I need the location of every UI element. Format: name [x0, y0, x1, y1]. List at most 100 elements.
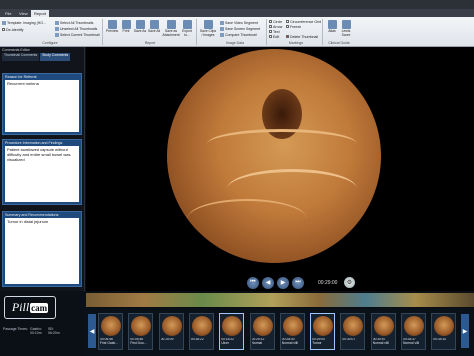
preview-button[interactable]: Preview: [105, 20, 119, 34]
save-all-icon: [149, 20, 159, 29]
thumbnail-item[interactable]: 00:30:57 Normal villi: [370, 313, 396, 350]
delete-label: Delete Thumbnail: [290, 34, 319, 39]
save-as-button[interactable]: Save As: [133, 20, 147, 34]
save-screen-segment-button[interactable]: Save Screen Segment: [220, 26, 260, 31]
play-button[interactable]: ▶: [277, 276, 289, 289]
ribbon-toolbar: Template: Imaging (HO... De-Identify Sel…: [0, 17, 474, 47]
image-data-group-label: Image Data: [225, 41, 245, 45]
thumbnail-image: [373, 316, 394, 336]
tab-report[interactable]: Report: [31, 10, 50, 17]
thumbnail-image: [282, 316, 303, 336]
save-video-segment-button[interactable]: Save Video Segment: [220, 20, 258, 25]
thumbnail-item[interactable]: 00:30:07: [340, 313, 366, 350]
save-all-button[interactable]: Save All: [147, 20, 161, 34]
save-as-attachment-button[interactable]: Save as Attachment: [162, 20, 180, 37]
unselect-all-icon: [55, 26, 59, 31]
thumbnail-item[interactable]: 00:33:37 Normal villi: [401, 313, 426, 350]
thumbnail-time: 00:34:10: [433, 338, 447, 341]
thumbnail-item[interactable]: 00:05:46 First Gastr...: [98, 313, 123, 350]
scroll-right-button[interactable]: ▶: [461, 314, 469, 348]
template-icon: [2, 20, 6, 25]
clips-icon: [203, 20, 213, 29]
thumbnail-item[interactable]: 00:18:22: [188, 313, 214, 350]
preview-label: Preview: [105, 29, 119, 33]
thumbnail-time: 00:30:07: [342, 338, 356, 341]
compare-thumbnail-button[interactable]: Compare Thumbnail: [220, 32, 257, 37]
save-as-icon: [135, 20, 145, 29]
thumbnail-image: [434, 316, 455, 336]
thumbnail-label: Tumor: [312, 340, 322, 345]
select-current-icon: [55, 32, 59, 37]
tab-file[interactable]: File: [2, 10, 14, 17]
de-identify-checkbox[interactable]: De-Identify: [2, 27, 23, 32]
thumbnail-image: [131, 316, 152, 336]
thumbnail-image: [252, 316, 273, 336]
thumbnail-meta: 00:29:00 Tumor: [312, 338, 335, 346]
grid-box: [286, 20, 289, 23]
scroll-left-button[interactable]: ◀: [88, 314, 96, 348]
step-back-button[interactable]: ⏮: [247, 276, 259, 289]
tab-thumbnail-comments[interactable]: Thumbnail Comments: [2, 53, 40, 61]
tab-study-comments[interactable]: Study Comments: [40, 53, 71, 61]
thumbnail-item[interactable]: 00:28:00 Normal villi: [279, 313, 305, 350]
thumbnail-item[interactable]: 00:05:46 First Duo...: [128, 313, 154, 350]
thumbnail-item[interactable]: 00:25:12 Normal: [249, 313, 275, 350]
thumbnail-meta: 00:30:07: [342, 338, 365, 342]
compare-label: Compare Thumbnail: [225, 32, 257, 37]
summary-section: Summary and Recommendations: Tumor in di…: [2, 211, 82, 287]
rewind-icon: ◀: [265, 280, 271, 286]
passage-times-label: Passage Times:: [3, 327, 28, 331]
thumbnail-image: [161, 316, 182, 336]
tab-view[interactable]: View: [16, 10, 31, 17]
circle-box: [269, 20, 272, 23]
video-segment-icon: [220, 20, 224, 25]
print-label: Print: [122, 29, 130, 33]
brand-area: Pill cam Passage Times: Gastric: 00:10m S…: [0, 291, 86, 356]
edit-box: [269, 35, 272, 38]
save-clips-images-button[interactable]: Save Clips / Images: [199, 20, 217, 37]
thumbnail-time: 00:15:09: [160, 338, 174, 341]
grid-label: Circumference Grid: [290, 19, 322, 24]
step-forward-button[interactable]: ⏭: [292, 276, 304, 289]
report-group-label: Report: [144, 41, 156, 45]
chevron-right-icon: ▶: [462, 328, 468, 335]
thumbnail-meta: 00:05:46 First Duo...: [130, 338, 153, 346]
step-forward-icon: ⏭: [295, 279, 301, 285]
attachment-icon: [166, 20, 176, 29]
chevron-left-icon: ◀: [89, 328, 95, 335]
thumbnail-meta: 00:33:37 Normal villi: [403, 338, 426, 346]
summary-text-field[interactable]: Tumor in distal jejunum: [5, 218, 79, 284]
thumbnail-item[interactable]: 00:15:09: [158, 313, 184, 350]
referral-text-field[interactable]: Recurrent melena: [5, 80, 79, 132]
color-timeline-bar[interactable]: [86, 293, 474, 307]
comments-editor-panel: Comments Editor Thumbnail Comments Study…: [0, 47, 85, 291]
freeze-checkbox[interactable]: Freeze: [286, 24, 301, 29]
findings-section: Procedure Information and Findings: Pati…: [2, 139, 82, 205]
edit-marking[interactable]: Edit: [269, 34, 279, 39]
freeze-box: [286, 25, 289, 28]
play-icon: ▶: [280, 280, 286, 286]
export-button[interactable]: Export to...: [180, 20, 194, 37]
thumbnail-image: [313, 316, 334, 336]
lewis-score-button[interactable]: Lewis Score: [339, 20, 353, 37]
thumbnail-item[interactable]: 00:18:22 Ulcer: [219, 313, 245, 350]
unselect-all-thumbnails-button[interactable]: Unselect All Thumbnails: [55, 26, 97, 31]
select-current-thumbnail-button[interactable]: Select Current Thumbnail: [55, 32, 100, 37]
unselect-all-label: Unselect All Thumbnails: [60, 26, 98, 31]
mucosal-fold: [187, 199, 307, 239]
thumbnail-item[interactable]: 00:34:10: [431, 313, 457, 350]
thumbnail-label: Normal villi: [281, 340, 298, 345]
thumbnail-label: First Duo...: [130, 340, 147, 345]
atlas-button[interactable]: Atlas: [325, 20, 339, 34]
settings-button[interactable]: ⚙: [344, 277, 355, 288]
rewind-button[interactable]: ◀: [262, 276, 274, 289]
thumbnail-item[interactable]: 00:29:00 Tumor: [310, 313, 336, 350]
template-selector[interactable]: Template: Imaging (HO...: [2, 20, 46, 25]
arrow-label: Arrow: [273, 24, 283, 29]
findings-text-field[interactable]: Patient swallowed capsule without diffic…: [5, 146, 79, 202]
save-attachment-label: Save as Attachment: [162, 29, 180, 37]
select-all-thumbnails-button[interactable]: Select All Thumbnails: [55, 20, 93, 25]
comments-tabs: Thumbnail Comments Study Comments: [2, 53, 71, 61]
delete-thumbnail-button[interactable]: Delete Thumbnail: [286, 34, 318, 39]
print-button[interactable]: Print: [119, 20, 133, 34]
